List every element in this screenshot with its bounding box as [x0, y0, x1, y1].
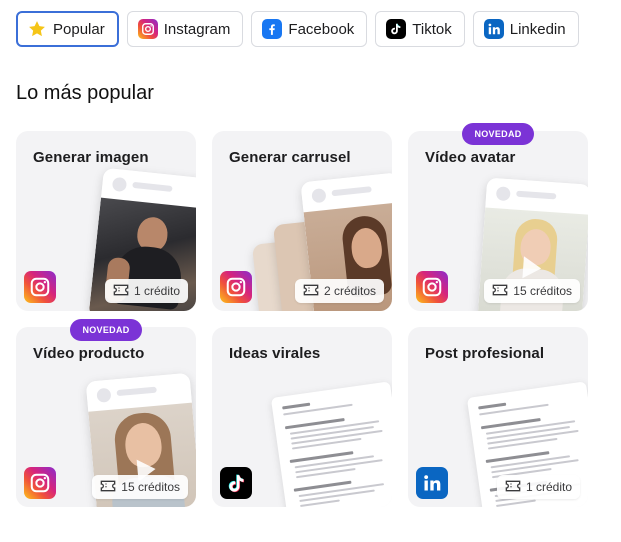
card-title: Generar carrusel — [229, 149, 351, 166]
tiktok-icon — [220, 467, 252, 499]
tab-facebook[interactable]: Facebook — [251, 11, 368, 47]
new-badge: NOVEDAD — [462, 123, 534, 145]
card-title: Post profesional — [425, 345, 545, 362]
instagram-icon — [24, 271, 56, 303]
play-icon — [522, 256, 542, 280]
credits-badge: 1 crédito — [104, 279, 188, 303]
credits-badge: 15 créditos — [92, 475, 188, 499]
tiktok-icon — [386, 19, 407, 39]
document-preview — [270, 381, 392, 507]
instagram-icon — [220, 271, 252, 303]
credits-label: 1 crédito — [525, 480, 572, 494]
card-title: Vídeo avatar — [425, 149, 516, 166]
credits-label: 1 crédito — [133, 284, 180, 298]
instagram-icon — [24, 467, 56, 499]
card-title: Generar imagen — [33, 149, 149, 166]
credits-label: 15 créditos — [513, 284, 572, 298]
tab-label: Popular — [53, 20, 105, 38]
new-badge: NOVEDAD — [70, 319, 142, 341]
card-post-profesional[interactable]: Post profesional 1 crédito — [408, 327, 588, 507]
ticket-icon — [492, 284, 508, 299]
instagram-icon — [416, 271, 448, 303]
tab-popular[interactable]: Popular — [16, 11, 119, 47]
card-video-producto[interactable]: Vídeo producto 15 créditos — [16, 327, 196, 507]
ticket-icon — [113, 284, 129, 299]
ticket-icon — [100, 480, 116, 495]
instagram-icon — [137, 19, 158, 39]
credits-badge: 2 créditos — [294, 279, 384, 303]
tab-tiktok[interactable]: Tiktok — [375, 11, 465, 47]
tab-label: Facebook — [288, 20, 355, 38]
card-title: Vídeo producto — [33, 345, 145, 362]
category-tabs: Popular Instagram Facebook Tiktok Linked… — [16, 11, 579, 47]
linkedin-icon — [416, 467, 448, 499]
ticket-icon — [303, 284, 319, 299]
card-video-avatar[interactable]: Vídeo avatar 15 créditos — [408, 131, 588, 311]
credits-label: 2 créditos — [323, 284, 376, 298]
credits-label: 15 créditos — [121, 480, 180, 494]
linkedin-icon — [483, 19, 504, 39]
card-generar-imagen[interactable]: Generar imagen 1 crédito — [16, 131, 196, 311]
tab-instagram[interactable]: Instagram — [126, 11, 244, 47]
credits-badge: 1 crédito — [496, 475, 580, 499]
ticket-icon — [505, 480, 521, 495]
card-title: Ideas virales — [229, 345, 321, 362]
credits-badge: 15 créditos — [484, 279, 580, 303]
tab-label: Tiktok — [412, 20, 452, 38]
tab-label: Instagram — [163, 20, 231, 38]
card-generar-carrusel[interactable]: Generar carrusel 2 créditos — [212, 131, 392, 311]
star-icon — [27, 19, 47, 39]
tab-linkedin[interactable]: Linkedin — [472, 11, 579, 47]
facebook-icon — [262, 19, 283, 39]
section-title: Lo más popular — [16, 82, 154, 104]
tab-label: Linkedin — [509, 20, 566, 38]
card-ideas-virales[interactable]: Ideas virales — [212, 327, 392, 507]
